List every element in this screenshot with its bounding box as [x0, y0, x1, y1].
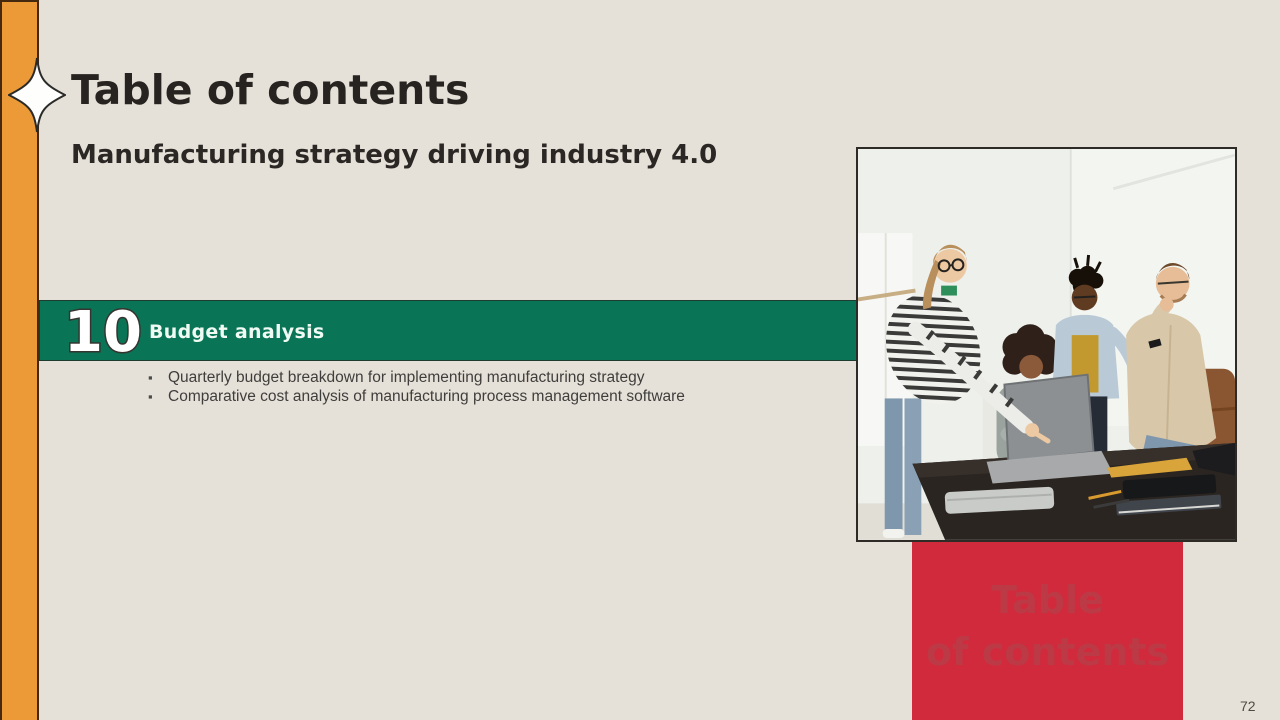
watermark-line-2: of contents — [925, 630, 1170, 674]
section-banner: 10 Budget analysis — [39, 299, 857, 365]
section-heading: Budget analysis — [149, 321, 325, 343]
section-bullet-list: Quarterly budget breakdown for implement… — [148, 369, 788, 406]
bullet-item: Quarterly budget breakdown for implement… — [148, 369, 788, 388]
section-number: 10 — [63, 299, 144, 365]
bullet-item: Comparative cost analysis of manufacturi… — [148, 388, 788, 407]
sparkle-star-svg — [6, 57, 68, 133]
page-title: Table of contents — [71, 66, 470, 114]
sparkle-star-icon — [6, 57, 68, 133]
team-photo — [856, 147, 1237, 542]
section-number-text: 10 — [64, 300, 142, 365]
watermark-line-1: Table — [991, 578, 1104, 622]
slide: Table of contents Manufacturing strategy… — [0, 0, 1280, 720]
page-number: 72 — [1240, 698, 1256, 714]
toc-watermark-box: Table of contents — [912, 542, 1183, 720]
team-photo-illustration — [858, 149, 1235, 540]
page-subtitle: Manufacturing strategy driving industry … — [71, 140, 718, 170]
